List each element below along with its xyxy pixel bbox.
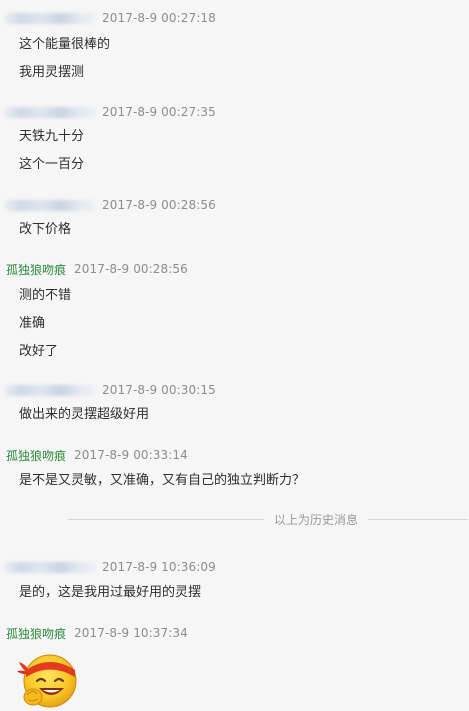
message-text: 我用灵摆测 [19,65,85,80]
message-time: 2017-8-9 00:30:15 [102,383,216,397]
message-text: 是的，这是我用过最好用的灵摆 [19,585,202,600]
divider-line [368,518,468,520]
message-text: 改下价格 [19,222,72,237]
blurred-sender-name [4,106,96,118]
blurred-sender-name [4,199,96,211]
message-text: 做出来的灵摆超级好用 [19,407,150,422]
message-header: 孤独狼吻痕 2017-8-9 10:37:34 [0,624,188,642]
message-text: 测的不错 [19,288,72,303]
message-time: 2017-8-9 00:28:56 [102,198,216,212]
message-time: 2017-8-9 10:37:34 [74,626,188,640]
message-header: 2017-8-9 00:27:18 [0,9,216,27]
blurred-sender-name [4,12,96,24]
message-time: 2017-8-9 00:33:14 [74,448,188,462]
sender-name[interactable]: 孤独狼吻痕 [6,625,66,642]
message-text: 是不是又灵敏，又准确，又有自己的独立判断力？ [19,473,306,488]
message-header: 孤独狼吻痕 2017-8-9 00:28:56 [0,260,188,278]
sender-name[interactable]: 孤独狼吻痕 [6,261,66,278]
message-time: 2017-8-9 00:27:18 [102,11,216,25]
message-text: 这个一百分 [19,157,85,172]
message-header: 2017-8-9 00:28:56 [0,196,216,214]
strong-smile-emoji-icon [17,654,77,708]
message-time: 2017-8-9 00:27:35 [102,105,216,119]
message-header: 2017-8-9 00:30:15 [0,381,216,399]
sender-name[interactable]: 孤独狼吻痕 [6,447,66,464]
message-text: 天铁九十分 [19,129,85,144]
message-text: 这个能量很棒的 [19,37,111,52]
message-time: 2017-8-9 00:28:56 [74,262,188,276]
message-header: 2017-8-9 10:36:09 [0,558,216,576]
history-divider: 以上为历史消息 [68,511,468,527]
message-text: 准确 [19,316,46,331]
message-header: 2017-8-9 00:27:35 [0,103,216,121]
message-header: 孤独狼吻痕 2017-8-9 00:33:14 [0,446,188,464]
blurred-sender-name [4,561,96,573]
history-divider-label: 以上为历史消息 [274,512,359,527]
divider-line [68,518,264,520]
message-time: 2017-8-9 10:36:09 [102,560,216,574]
blurred-sender-name [4,384,96,396]
message-text: 改好了 [19,344,59,359]
